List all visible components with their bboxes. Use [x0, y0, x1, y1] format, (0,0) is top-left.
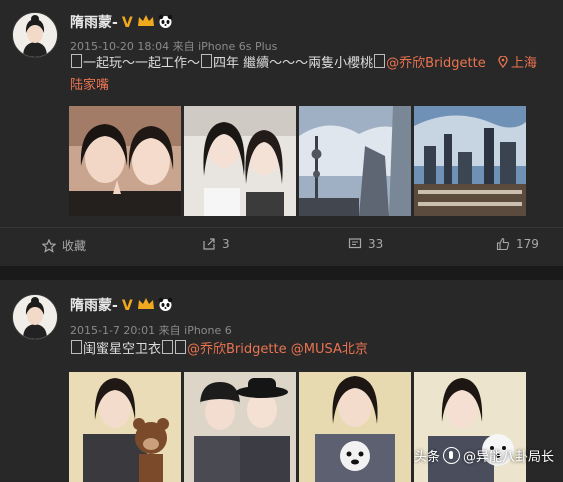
repost-icon	[203, 238, 215, 250]
post-timestamp[interactable]: 2015-1-7 20:01	[70, 324, 155, 337]
mention-link[interactable]: @MUSA北京	[291, 342, 368, 357]
author-name-text: 隋雨蒙-	[70, 298, 118, 314]
mention-link[interactable]: @乔欣Bridgette	[386, 56, 486, 71]
missing-glyph	[71, 340, 82, 354]
action-bar-divider	[0, 227, 563, 228]
watermark-handle: @异能八卦局长	[463, 450, 555, 465]
panda-icon	[158, 14, 172, 28]
like-count: 179	[516, 237, 539, 251]
repost-count: 3	[222, 237, 230, 251]
favorite-button[interactable]: 收藏	[42, 237, 86, 254]
avatar[interactable]	[12, 294, 58, 340]
author-name[interactable]: 隋雨蒙- V	[70, 295, 173, 315]
post-source: 来自 iPhone 6	[158, 324, 232, 337]
post-text-part-2: 四年 繼續～～～兩隻小櫻桃	[213, 56, 374, 71]
missing-glyph	[374, 54, 386, 68]
post-image-5[interactable]	[69, 372, 181, 482]
post-timestamp[interactable]: 2015-10-20 18:04	[70, 40, 169, 53]
author-name-text: 隋雨蒙-	[70, 15, 118, 31]
favorite-label: 收藏	[62, 239, 87, 253]
author-name[interactable]: 隋雨蒙- V	[70, 12, 173, 32]
mention-link[interactable]: @乔欣Bridgette	[187, 342, 287, 357]
post-meta: 2015-10-20 18:04 来自 iPhone 6s Plus	[70, 38, 277, 54]
post-meta: 2015-1-7 20:01 来自 iPhone 6	[70, 322, 232, 338]
post-image-1[interactable]	[69, 106, 181, 216]
missing-glyph	[175, 340, 187, 354]
vip-crown-icon	[137, 298, 154, 309]
verified-icon: V	[121, 15, 133, 31]
missing-glyph	[71, 54, 82, 68]
post-text-part-1: 闺蜜星空卫衣	[83, 342, 162, 357]
missing-glyph	[201, 54, 213, 68]
post-source: 来自 iPhone 6s Plus	[172, 40, 278, 53]
vip-crown-icon	[137, 15, 154, 26]
post-text: 一起玩～一起工作～ 四年 繼續～～～兩隻小櫻桃 @乔欣Bridgette 上海	[70, 54, 537, 74]
post-separator	[0, 266, 563, 280]
comment-button[interactable]: 33	[348, 237, 383, 251]
post-text-part-1: 一起玩～一起工作～	[83, 56, 201, 71]
star-icon	[42, 238, 56, 253]
toutiao-watermark: 头条 @异能八卦局长	[414, 446, 554, 465]
post-text: 闺蜜星空卫衣 @乔欣Bridgette @MUSA北京	[70, 340, 368, 360]
comment-count: 33	[368, 237, 384, 251]
post-image-2[interactable]	[184, 106, 296, 216]
post-text-line-2: 陆家嘴	[70, 76, 109, 96]
comment-icon	[348, 238, 362, 249]
location-district-link[interactable]: 陆家嘴	[70, 78, 109, 93]
post-image-4[interactable]	[414, 106, 526, 216]
repost-button[interactable]: 3	[202, 237, 230, 251]
location-city: 上海	[510, 56, 537, 71]
location-pin-icon	[498, 56, 508, 68]
avatar[interactable]	[12, 12, 58, 58]
thumbs-up-icon	[496, 237, 510, 251]
missing-glyph	[162, 340, 174, 354]
verified-icon: V	[121, 298, 133, 314]
like-button[interactable]: 179	[496, 237, 539, 251]
post-image-8[interactable]	[414, 372, 526, 482]
post-image-3[interactable]	[299, 106, 411, 216]
weibo-post-1: 隋雨蒙- V 2015-10-20 18:04 来自 iPhone 6s Plus…	[0, 0, 563, 266]
panda-icon	[158, 297, 172, 311]
location-link[interactable]: 上海	[498, 56, 537, 71]
watermark-prefix: 头条	[414, 450, 441, 465]
post-image-7[interactable]	[299, 372, 411, 482]
post-image-6[interactable]	[184, 372, 296, 482]
toutiao-logo-icon	[443, 447, 461, 464]
